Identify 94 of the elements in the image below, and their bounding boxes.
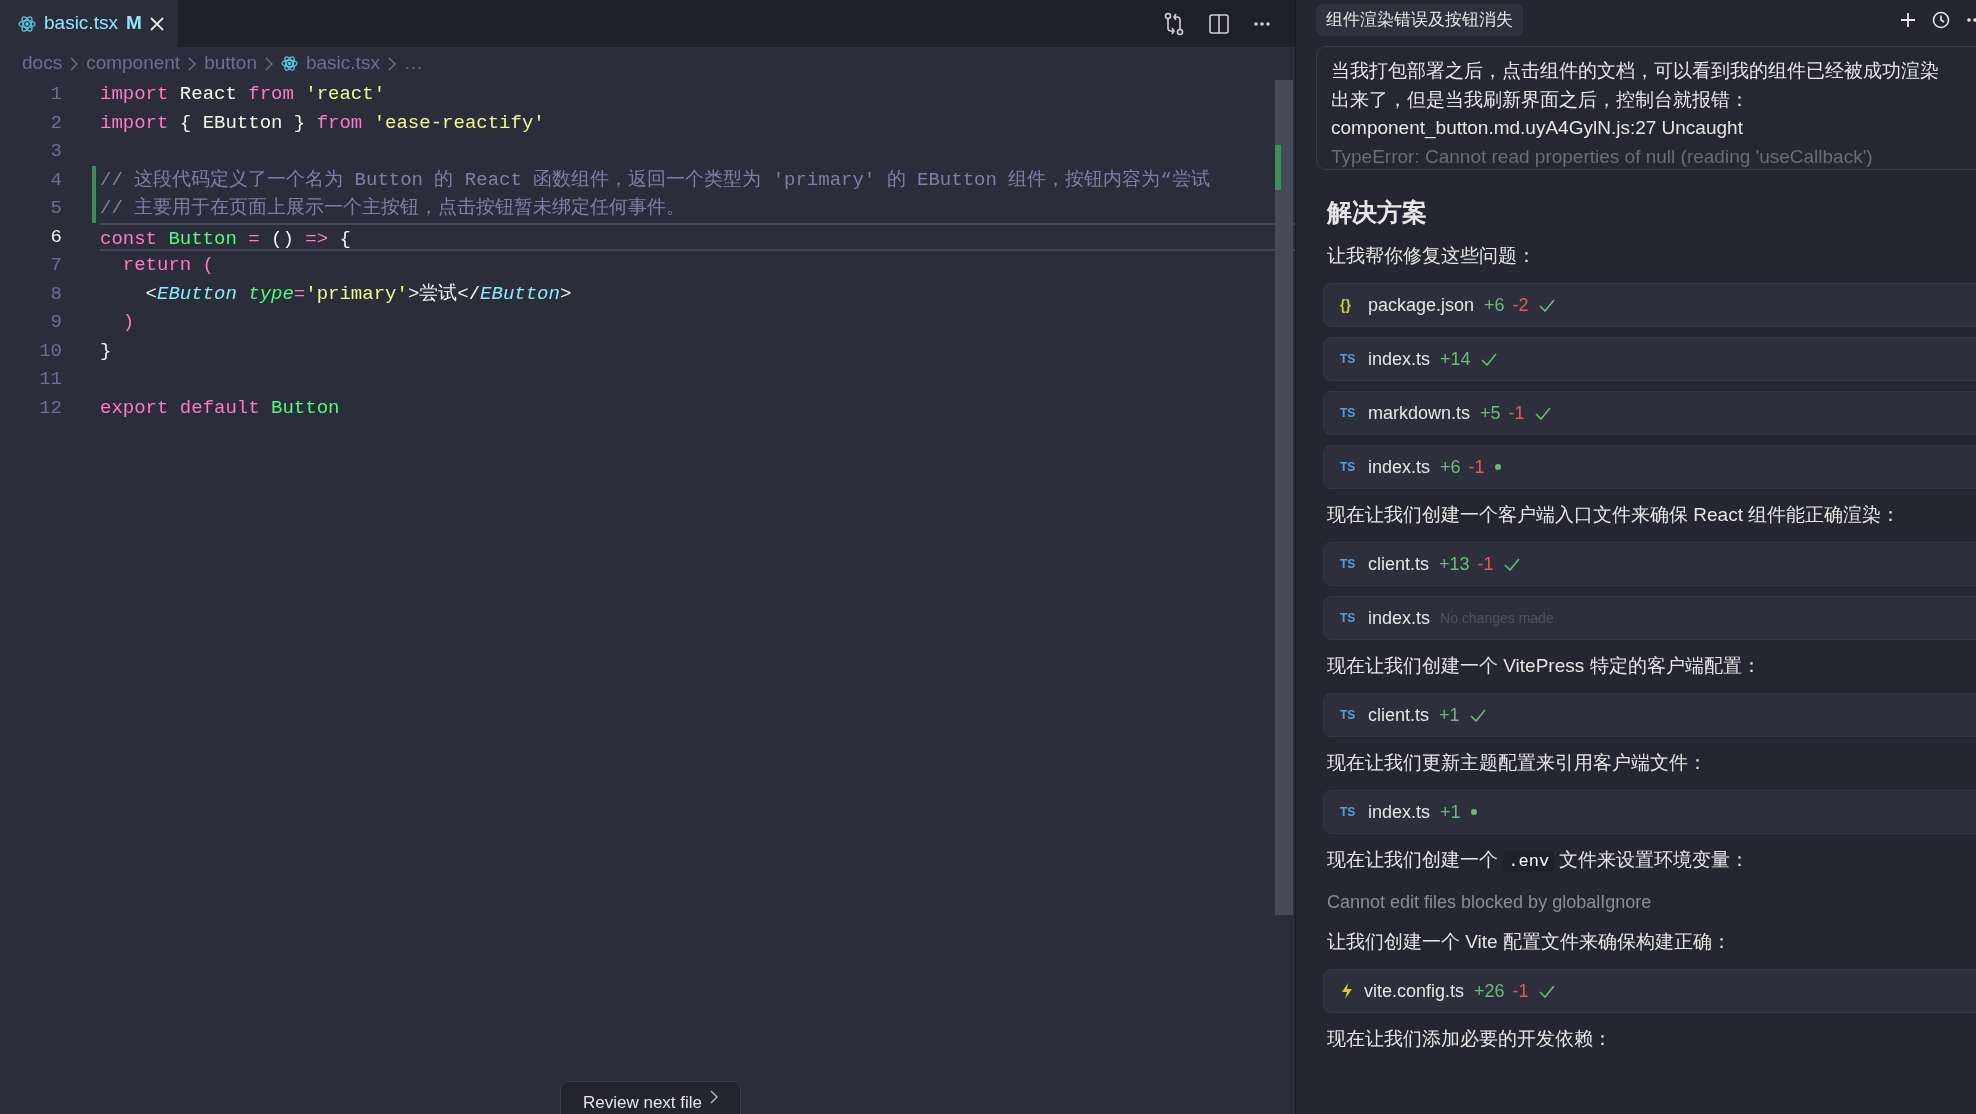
file-edit-card[interactable]: vite.config.ts +26 -1 <box>1323 969 1976 1013</box>
prompt-text: component_button.md.uyA4GylN.js:27 Uncaught <box>1331 116 1744 141</box>
line-number: 6 <box>49 224 62 250</box>
file-edit-card[interactable]: TS index.ts +6 -1 <box>1323 445 1976 489</box>
split-editor-icon[interactable] <box>1209 13 1229 34</box>
prompt-text: 当我打包部署之后，点击组件的文档，可以看到我的组件已经被成功渲染 <box>1331 59 1940 83</box>
prompt-text: TypeError: Cannot read properties of null (reading 'useCallback') <box>1331 144 1874 169</box>
typescript-file-icon: TS <box>1340 350 1358 368</box>
file-name: vite.config.ts <box>1364 979 1465 1003</box>
code-line: const Button = () => { <box>100 227 351 250</box>
file-name: index.ts <box>1368 800 1431 824</box>
added-count: +6 <box>1440 455 1461 479</box>
added-count: +1 <box>1439 703 1460 727</box>
message-text: 让我帮你修复这些问题： <box>1327 244 1537 268</box>
prompt-text: 出来了，但是当我刷新界面之后，控制台就报错： <box>1331 87 1750 112</box>
file-edit-card[interactable]: {} package.json +6 -2 <box>1323 283 1976 327</box>
lightning-icon <box>1340 982 1354 1000</box>
file-name: index.ts <box>1368 455 1431 479</box>
file-name: package.json <box>1368 293 1475 317</box>
chat-title[interactable]: 组件渲染错误及按钮消失 <box>1316 4 1523 36</box>
file-name: client.ts <box>1368 552 1430 576</box>
line-number: 2 <box>49 110 62 136</box>
prompt-box[interactable]: 当我打包部署之后，点击组件的文档，可以看到我的组件已经被成功渲染 出来了，但是当我刷新界面之后，控制台就报错： component_button.md.uyA4GylN.js:27 Uncaught TypeError: Cannot read properties of null (reading 'useCallback') <box>1316 46 1976 170</box>
file-edit-card[interactable]: TS index.ts +1 <box>1323 790 1976 834</box>
code-line: // 主要用于在页面上展示一个主按钮，点击按钮暂未绑定任何事件。 <box>100 197 686 219</box>
chevron-icon <box>710 1090 719 1104</box>
file-edit-card[interactable]: TS index.ts +14 <box>1323 337 1976 381</box>
more-icon[interactable] <box>1253 20 1271 27</box>
line-number: 9 <box>49 310 62 335</box>
removed-count: -2 <box>1512 293 1529 317</box>
scrollbar[interactable] <box>1275 80 1293 915</box>
typescript-file-icon: TS <box>1340 458 1358 476</box>
removed-count: -1 <box>1468 455 1485 479</box>
line-number: 12 <box>38 395 62 421</box>
file-edit-card[interactable]: TS client.ts +13 -1 <box>1323 542 1976 586</box>
code-line: import { EButton } from 'ease-reactify' <box>100 111 545 134</box>
history-icon[interactable] <box>1932 11 1950 29</box>
review-next-file-button[interactable]: Review next file <box>560 1081 742 1114</box>
code-line: export default Button <box>100 396 340 419</box>
typescript-file-icon: TS <box>1340 609 1358 627</box>
file-tab[interactable]: basic.tsx M <box>0 0 178 47</box>
line-number: 8 <box>49 281 62 307</box>
line-number: 1 <box>49 82 62 107</box>
added-count: +13 <box>1439 552 1470 576</box>
message-text: 现在让我们创建一个客户端入口文件来确保 React 组件能正确渲染： <box>1327 503 1902 527</box>
file-name: client.ts <box>1368 703 1430 727</box>
added-count: +6 <box>1484 293 1505 317</box>
close-icon[interactable] <box>149 16 164 31</box>
added-count: +5 <box>1480 401 1501 425</box>
added-count: +14 <box>1440 347 1471 371</box>
line-number: 7 <box>49 253 62 278</box>
react-icon <box>281 55 298 72</box>
message-text: 现在让我们更新主题配置来引用客户端文件： <box>1327 751 1708 775</box>
chevron-icon <box>70 56 79 71</box>
file-edit-card[interactable]: TS markdown.ts +5 -1 <box>1323 391 1976 435</box>
chevron-icon <box>188 56 197 71</box>
message-text: 现在让我们添加必要的开发依赖： <box>1327 1027 1613 1051</box>
line-number: 4 <box>49 167 62 193</box>
removed-count: -1 <box>1512 979 1529 1003</box>
message-text: 现在让我们创建一个 .env 文件来设置环境变量： <box>1327 848 1751 874</box>
chevron-icon <box>387 56 396 71</box>
code-line: ) <box>121 311 135 333</box>
status-text: Cannot edit files blocked by globalIgnore <box>1327 891 1653 914</box>
file-name: markdown.ts <box>1368 401 1471 425</box>
plus-icon[interactable] <box>1900 12 1916 28</box>
change-marker <box>1275 145 1281 190</box>
code-line: <EButton type='primary'>尝试</EButton> <box>144 282 572 305</box>
more-icon[interactable] <box>1966 17 1976 23</box>
file-name: index.ts <box>1368 606 1431 630</box>
json-file-icon: {} <box>1340 294 1358 316</box>
chevron-icon <box>265 56 273 71</box>
code-line: // 这段代码定义了一个名为 Button 的 React 函数组件，返回一个类型为 'primary' 的 EButton 组件，按钮内容为“尝试 <box>100 168 1210 191</box>
file-name: index.ts <box>1368 347 1431 371</box>
removed-count: -1 <box>1508 401 1525 425</box>
line-number: 3 <box>49 139 62 164</box>
added-count: +26 <box>1474 979 1505 1003</box>
code-line: return ( <box>121 254 215 276</box>
typescript-file-icon: TS <box>1340 404 1358 422</box>
line-number: 10 <box>38 338 62 364</box>
message-text: 让我们创建一个 Vite 配置文件来确保构建正确： <box>1327 930 1732 954</box>
compare-changes-icon[interactable] <box>1163 11 1185 36</box>
added-count: +1 <box>1440 800 1461 824</box>
section-heading: 解决方案 <box>1327 197 1428 228</box>
react-icon <box>18 14 36 33</box>
message-text: 现在让我们创建一个 VitePress 特定的客户端配置： <box>1327 654 1762 678</box>
line-number: 5 <box>49 196 62 221</box>
typescript-file-icon: TS <box>1340 555 1358 573</box>
code-line: } <box>100 339 112 362</box>
typescript-file-icon: TS <box>1340 706 1358 724</box>
code-line: import React from 'react' <box>100 83 386 105</box>
file-edit-card[interactable]: TS client.ts +1 <box>1323 693 1976 737</box>
line-number: 11 <box>38 367 62 392</box>
removed-count: -1 <box>1477 552 1494 576</box>
typescript-file-icon: TS <box>1340 803 1358 821</box>
